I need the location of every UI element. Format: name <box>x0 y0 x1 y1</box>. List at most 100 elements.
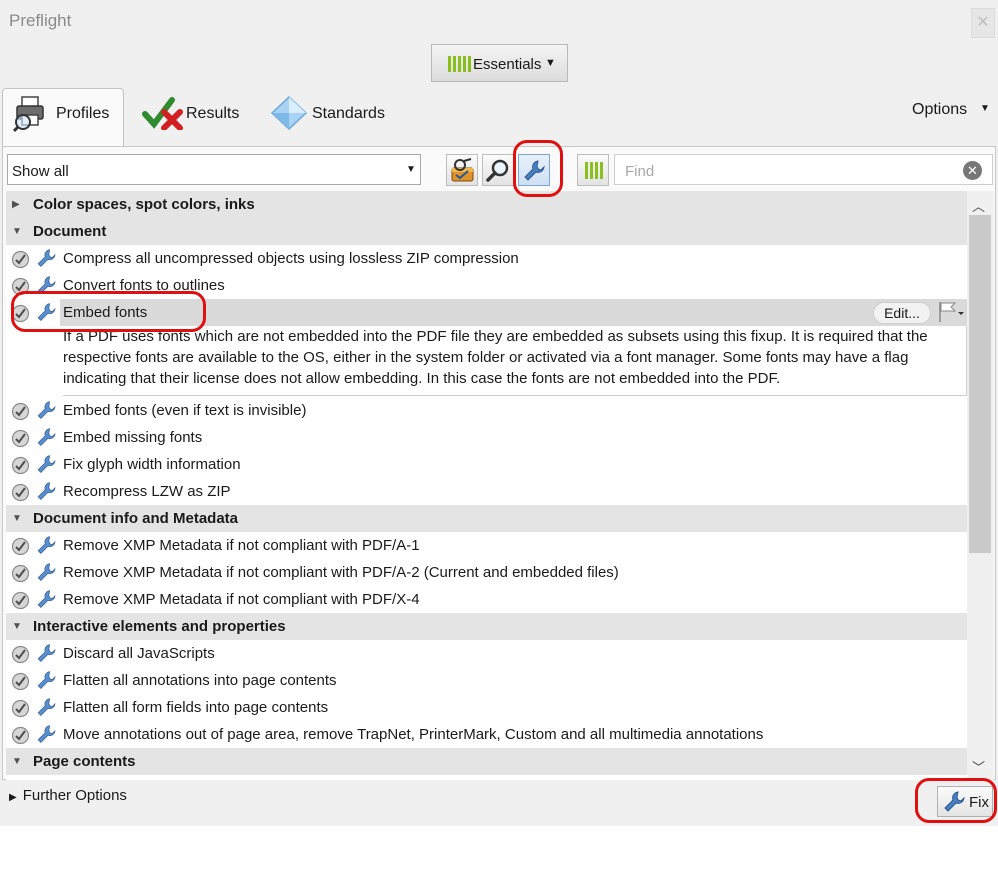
fixup-label: Fix glyph width information <box>63 456 241 473</box>
fixup-label: Remove XMP Metadata if not compliant wit… <box>63 537 420 554</box>
fixup-label: Embed missing fonts <box>63 429 203 446</box>
inspect-button[interactable] <box>482 154 514 186</box>
check-icon <box>11 429 30 452</box>
clear-icon[interactable]: ✕ <box>963 161 982 180</box>
wrench-icon <box>35 454 59 479</box>
tab-profiles-label: Profiles <box>56 105 110 122</box>
annotation-highlight-embed-fonts <box>11 291 206 332</box>
section-header[interactable]: ▼ Document info and Metadata <box>6 505 967 532</box>
fixup-description-text: If a PDF uses fonts which are not embedd… <box>63 328 928 387</box>
tab-profiles[interactable]: Profiles <box>2 88 124 148</box>
printer-magnifier-icon <box>13 96 44 133</box>
title-bar: Preflight ✕ <box>0 0 998 42</box>
fixup-row[interactable]: Remove XMP Metadata if not compliant wit… <box>6 586 967 613</box>
wrench-icon <box>35 562 59 587</box>
profiles-toolbox-button[interactable] <box>446 154 478 186</box>
fixup-row[interactable]: Embed fonts (even if text is invisible) <box>6 397 967 424</box>
close-icon: ✕ <box>976 14 990 31</box>
fixup-list: ▶ Color spaces, spot colors, inks ▼ Documen… <box>6 191 967 780</box>
section-header[interactable]: ▼ Interactive elements and properties <box>6 613 967 640</box>
check-icon <box>11 699 30 722</box>
wrench-icon <box>35 670 59 695</box>
collapse-triangle-icon[interactable]: ▼ <box>12 756 22 767</box>
fixup-label: Recompress LZW as ZIP <box>63 483 231 500</box>
section-header[interactable]: ▶ Color spaces, spot colors, inks <box>6 191 967 218</box>
window-title: Preflight <box>9 11 72 30</box>
section-header[interactable]: ▼ Document <box>6 218 967 245</box>
fixup-row[interactable]: Flatten all form fields into page conten… <box>6 694 967 721</box>
chevron-down-icon: ▼ <box>545 57 556 69</box>
check-icon <box>11 250 30 273</box>
tab-results-label: Results <box>186 105 240 122</box>
expand-triangle-icon: ▶ <box>9 792 17 803</box>
options-menu[interactable]: Options <box>912 101 967 119</box>
fixup-row[interactable]: Remove XMP Metadata if not compliant wit… <box>6 559 967 586</box>
fixup-label: Embed fonts (even if text is invisible) <box>63 402 307 419</box>
edit-button[interactable]: Edit... <box>873 302 931 324</box>
fixup-label: Move annotations out of page area, remov… <box>63 726 764 743</box>
filter-select[interactable]: Show all ▼ <box>7 154 421 185</box>
chevron-down-icon: ▼ <box>406 164 416 175</box>
scroll-thumb[interactable] <box>969 215 991 553</box>
collapse-triangle-icon[interactable]: ▼ <box>12 226 22 237</box>
workspace-label: Essentials <box>473 56 542 73</box>
wrench-icon <box>35 697 59 722</box>
section-header[interactable]: ▼ Page contents <box>6 748 967 775</box>
vertical-scrollbar[interactable]: ︿ ﹀ <box>967 191 994 780</box>
section-label: Document <box>33 223 107 240</box>
fixup-row[interactable]: Remove XMP Metadata if not compliant wit… <box>6 532 967 559</box>
check-icon <box>11 672 30 695</box>
diamond-icon <box>270 95 308 131</box>
wrench-icon <box>35 248 59 273</box>
fixup-row[interactable]: Compress all uncompressed objects using … <box>6 245 967 272</box>
tab-standards-label: Standards <box>312 105 385 122</box>
section-label: Interactive elements and properties <box>33 618 286 635</box>
collapse-triangle-icon[interactable]: ▼ <box>12 513 22 524</box>
profiles-toolbox-icon <box>451 158 474 182</box>
fixup-label: Discard all JavaScripts <box>63 645 215 662</box>
fixup-label: Flatten all annotations into page conten… <box>63 672 337 689</box>
fixup-label: Flatten all form fields into page conten… <box>63 699 329 716</box>
check-icon <box>11 591 30 614</box>
further-options-toggle[interactable]: ▶ Further Options <box>9 787 127 804</box>
fixup-description: If a PDF uses fonts which are not embedd… <box>63 326 967 396</box>
close-button[interactable]: ✕ <box>971 8 995 38</box>
annotation-highlight-fix-button <box>915 778 997 823</box>
expand-triangle-icon[interactable]: ▶ <box>12 199 20 210</box>
chevron-down-icon[interactable]: ▼ <box>980 103 990 114</box>
flag-dropdown-icon[interactable] <box>938 301 966 327</box>
wrench-icon <box>35 400 59 425</box>
scroll-down-icon[interactable]: ﹀ <box>972 757 985 776</box>
fixup-label: Remove XMP Metadata if not compliant wit… <box>63 564 619 581</box>
scroll-up-icon[interactable]: ︿ <box>972 196 985 215</box>
bars-icon <box>448 56 471 72</box>
wrench-icon <box>35 724 59 749</box>
check-icon <box>11 402 30 425</box>
workspace-dropdown[interactable]: Essentials ▼ <box>431 44 568 82</box>
find-field[interactable]: ✕ <box>614 154 993 185</box>
wrench-icon <box>35 427 59 452</box>
tab-standards[interactable]: Standards <box>268 88 398 146</box>
fixup-row[interactable]: Fix glyph width information <box>6 451 967 478</box>
magnifier-icon <box>486 159 509 182</box>
find-input[interactable] <box>623 160 957 182</box>
check-icon <box>11 456 30 479</box>
fixup-row[interactable]: Discard all JavaScripts <box>6 640 967 667</box>
section-label: Page contents <box>33 753 136 770</box>
further-options-label: Further Options <box>22 787 127 804</box>
wrench-icon <box>35 535 59 560</box>
check-icon <box>11 726 30 749</box>
check-icon <box>11 564 30 587</box>
fixup-label: Remove XMP Metadata if not compliant wit… <box>63 591 420 608</box>
fixup-row[interactable]: Embed missing fonts <box>6 424 967 451</box>
section-label: Color spaces, spot colors, inks <box>33 196 255 213</box>
fixup-label: Compress all uncompressed objects using … <box>63 250 519 267</box>
library-button[interactable] <box>577 154 609 186</box>
fixup-row[interactable]: Move annotations out of page area, remov… <box>6 721 967 748</box>
wrench-icon <box>35 589 59 614</box>
collapse-triangle-icon[interactable]: ▼ <box>12 621 22 632</box>
fixup-row[interactable]: Flatten all annotations into page conten… <box>6 667 967 694</box>
fixup-row[interactable]: Recompress LZW as ZIP <box>6 478 967 505</box>
wrench-icon <box>35 481 59 506</box>
tab-results[interactable]: Results <box>140 88 250 146</box>
